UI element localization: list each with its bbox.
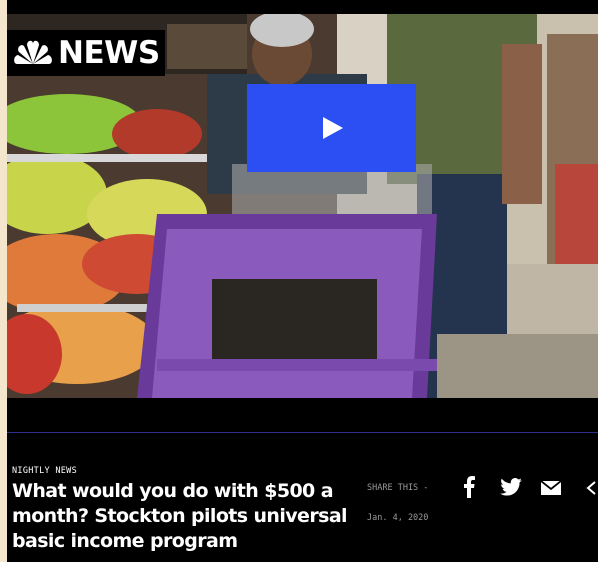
nbc-peacock-icon	[14, 40, 52, 64]
share-label: SHARE THIS -	[367, 483, 429, 493]
twitter-icon[interactable]	[500, 478, 522, 496]
publish-date: Jan. 4, 2020	[367, 513, 429, 523]
nbc-news-logo: NEWS	[7, 30, 165, 76]
embed-icon[interactable]	[586, 480, 598, 496]
play-icon	[322, 117, 343, 139]
video-player[interactable]: NEWS	[7, 14, 598, 398]
video-card: NEWS NIGHTLY NEWS What would you do with…	[7, 0, 598, 562]
section-label[interactable]: NIGHTLY NEWS	[12, 466, 77, 476]
play-button[interactable]	[247, 84, 416, 172]
divider	[7, 432, 598, 433]
facebook-icon[interactable]	[463, 476, 475, 498]
email-icon[interactable]	[541, 481, 561, 495]
article-headline[interactable]: What would you do with $500 a month? Sto…	[12, 479, 357, 554]
logo-text: NEWS	[58, 34, 160, 71]
